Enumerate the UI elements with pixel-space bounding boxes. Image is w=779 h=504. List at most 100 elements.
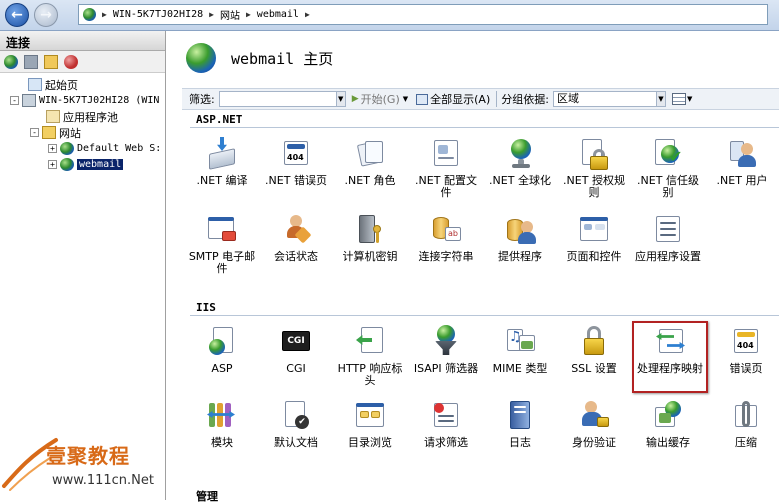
address-bar[interactable]: ▶ WIN-5K7TJ02HI28 ▶ 网站 ▶ webmail ▶ (78, 4, 768, 25)
divider (190, 315, 779, 316)
tree-label-selected: webmail (77, 159, 124, 170)
forward-button[interactable]: → (34, 3, 58, 27)
tree-item-server[interactable]: - WIN-5K7TJ02HI28 (WIN (10, 93, 159, 108)
tree-item-webmail[interactable]: + webmail (48, 157, 124, 172)
connections-header: 连接 (0, 31, 165, 51)
chevron-down-icon[interactable]: ▼ (656, 91, 666, 107)
feature-session-state[interactable]: 会话状态 (260, 213, 332, 263)
up-folder-icon[interactable] (44, 54, 58, 69)
feature-net-globalization[interactable]: .NET 全球化 (484, 137, 556, 187)
feature-output-caching[interactable]: 输出缓存 (632, 399, 704, 449)
error-page-icon: 404 (279, 137, 313, 171)
app-pool-icon (46, 110, 60, 123)
feature-authentication[interactable]: 身份验证 (558, 399, 630, 449)
expand-icon[interactable]: + (48, 144, 57, 153)
section-aspnet: ASP.NET (196, 113, 243, 126)
tree-item-sites[interactable]: - 网站 (30, 125, 81, 140)
feature-smtp-email[interactable]: SMTP 电子邮件 (186, 213, 258, 275)
feature-label: 日志 (509, 436, 531, 449)
back-button[interactable]: ← (5, 3, 29, 27)
cgi-icon: CGI (279, 325, 313, 359)
grid-view-icon (671, 93, 686, 105)
feature-handler-mappings[interactable]: 处理程序映射 (632, 321, 708, 393)
breadcrumb-webmail[interactable]: webmail (257, 9, 299, 20)
feature-cgi[interactable]: CGI CGI (260, 325, 332, 375)
show-all-button[interactable]: 全部显示(A) (416, 91, 490, 107)
chevron-down-icon[interactable]: ▼ (403, 95, 408, 103)
collapse-icon[interactable]: - (10, 96, 19, 105)
feature-net-trust-levels[interactable]: ✔ .NET 信任级别 (632, 137, 704, 199)
feature-label: .NET 错误页 (265, 174, 327, 187)
show-all-label: 全部显示(A) (430, 93, 491, 106)
connect-icon[interactable] (4, 54, 18, 69)
save-icon[interactable] (24, 54, 38, 69)
tree-item-default-site[interactable]: + Default Web S: (48, 141, 161, 156)
feature-modules[interactable]: 模块 (186, 399, 258, 449)
default-document-icon: ✔ (279, 399, 313, 433)
disconnect-icon[interactable] (64, 54, 78, 69)
feature-net-users[interactable]: .NET 用户 (706, 137, 778, 187)
filter-input[interactable] (218, 91, 337, 107)
feature-label: .NET 全球化 (489, 174, 551, 187)
feature-asp[interactable]: ASP (186, 325, 258, 375)
filter-label: 筛选: (189, 93, 215, 106)
compile-icon (205, 137, 239, 171)
feature-label: SMTP 电子邮件 (188, 250, 256, 275)
chevron-down-icon: ▼ (686, 95, 693, 103)
chevron-down-icon[interactable]: ▼ (336, 91, 346, 107)
feature-mime-types[interactable]: ♫ MIME 类型 (484, 325, 556, 375)
feature-label: 身份验证 (572, 436, 616, 449)
feature-default-document[interactable]: ✔ 默认文档 (260, 399, 332, 449)
feature-label: 模块 (211, 436, 233, 449)
collapse-icon[interactable]: - (30, 128, 39, 137)
tree-item-start-page[interactable]: 起始页 (28, 77, 78, 92)
feature-net-roles[interactable]: .NET 角色 (334, 137, 406, 187)
mime-types-icon: ♫ (503, 325, 537, 359)
feature-providers[interactable]: 提供程序 (484, 213, 556, 263)
section-iis: IIS (196, 301, 216, 314)
breadcrumb-sites[interactable]: 网站 (220, 7, 240, 22)
arrow-left-icon: ← (11, 7, 23, 23)
play-icon: ▶ (351, 94, 359, 104)
chevron-right-icon: ▶ (304, 10, 310, 19)
feature-view: webmail 主页 筛选: ▼ ▶ 开始(G) ▼ 全部显示(A) 分组依据:… (172, 31, 779, 503)
feature-connection-strings[interactable]: ab 连接字符串 (410, 213, 482, 263)
feature-machine-key[interactable]: 计算机密钥 (334, 213, 406, 263)
arrow-right-icon: → (40, 7, 52, 23)
view-mode-button[interactable]: ▼ (671, 91, 694, 107)
feature-error-pages[interactable]: 404 错误页 (710, 325, 779, 375)
feature-request-filtering[interactable]: 请求筛选 (410, 399, 482, 449)
handler-mappings-icon (653, 325, 687, 359)
output-caching-icon (651, 399, 685, 433)
feature-directory-browsing[interactable]: 目录浏览 (334, 399, 406, 449)
address-toolbar: ← → ▶ WIN-5K7TJ02HI28 ▶ 网站 ▶ webmail ▶ (0, 0, 779, 31)
expand-icon[interactable]: + (48, 160, 57, 169)
breadcrumb-server[interactable]: WIN-5K7TJ02HI28 (113, 9, 203, 20)
feature-net-authorization[interactable]: .NET 授权规则 (558, 137, 630, 199)
filter-bar: 筛选: ▼ ▶ 开始(G) ▼ 全部显示(A) 分组依据: 区域 ▼ ▼ (182, 88, 779, 110)
group-by-select[interactable]: 区域 (552, 91, 657, 107)
feature-net-profile[interactable]: .NET 配置文件 (410, 137, 482, 199)
feature-http-response-headers[interactable]: HTTP 响应标头 (334, 325, 406, 387)
feature-isapi-filters[interactable]: ISAPI 筛选器 (410, 325, 482, 375)
show-all-icon (416, 93, 429, 105)
site-globe-icon (186, 43, 216, 73)
feature-label: 计算机密钥 (342, 250, 398, 263)
feature-label: 输出缓存 (646, 436, 690, 449)
tree-label: 应用程序池 (63, 110, 118, 124)
error-pages-icon: 404 (729, 325, 763, 359)
feature-compression[interactable]: 压缩 (710, 399, 779, 449)
tree-item-app-pools[interactable]: 应用程序池 (46, 109, 118, 124)
feature-net-error-pages[interactable]: 404 .NET 错误页 (260, 137, 332, 187)
start-button[interactable]: ▶ 开始(G) (352, 91, 400, 107)
feature-net-compilation[interactable]: .NET 编译 (186, 137, 258, 187)
watermark-brand: 壹聚教程 (46, 444, 130, 468)
session-state-icon (279, 213, 313, 247)
group-by-label: 分组依据: (496, 91, 549, 107)
feature-logging[interactable]: 日志 (484, 399, 556, 449)
feature-pages-controls[interactable]: 页面和控件 (558, 213, 630, 263)
feature-app-settings[interactable]: 应用程序设置 (632, 213, 704, 263)
isapi-filters-icon (429, 325, 463, 359)
feature-ssl-settings[interactable]: SSL 设置 (558, 325, 630, 375)
page-title: webmail 主页 (231, 49, 334, 68)
